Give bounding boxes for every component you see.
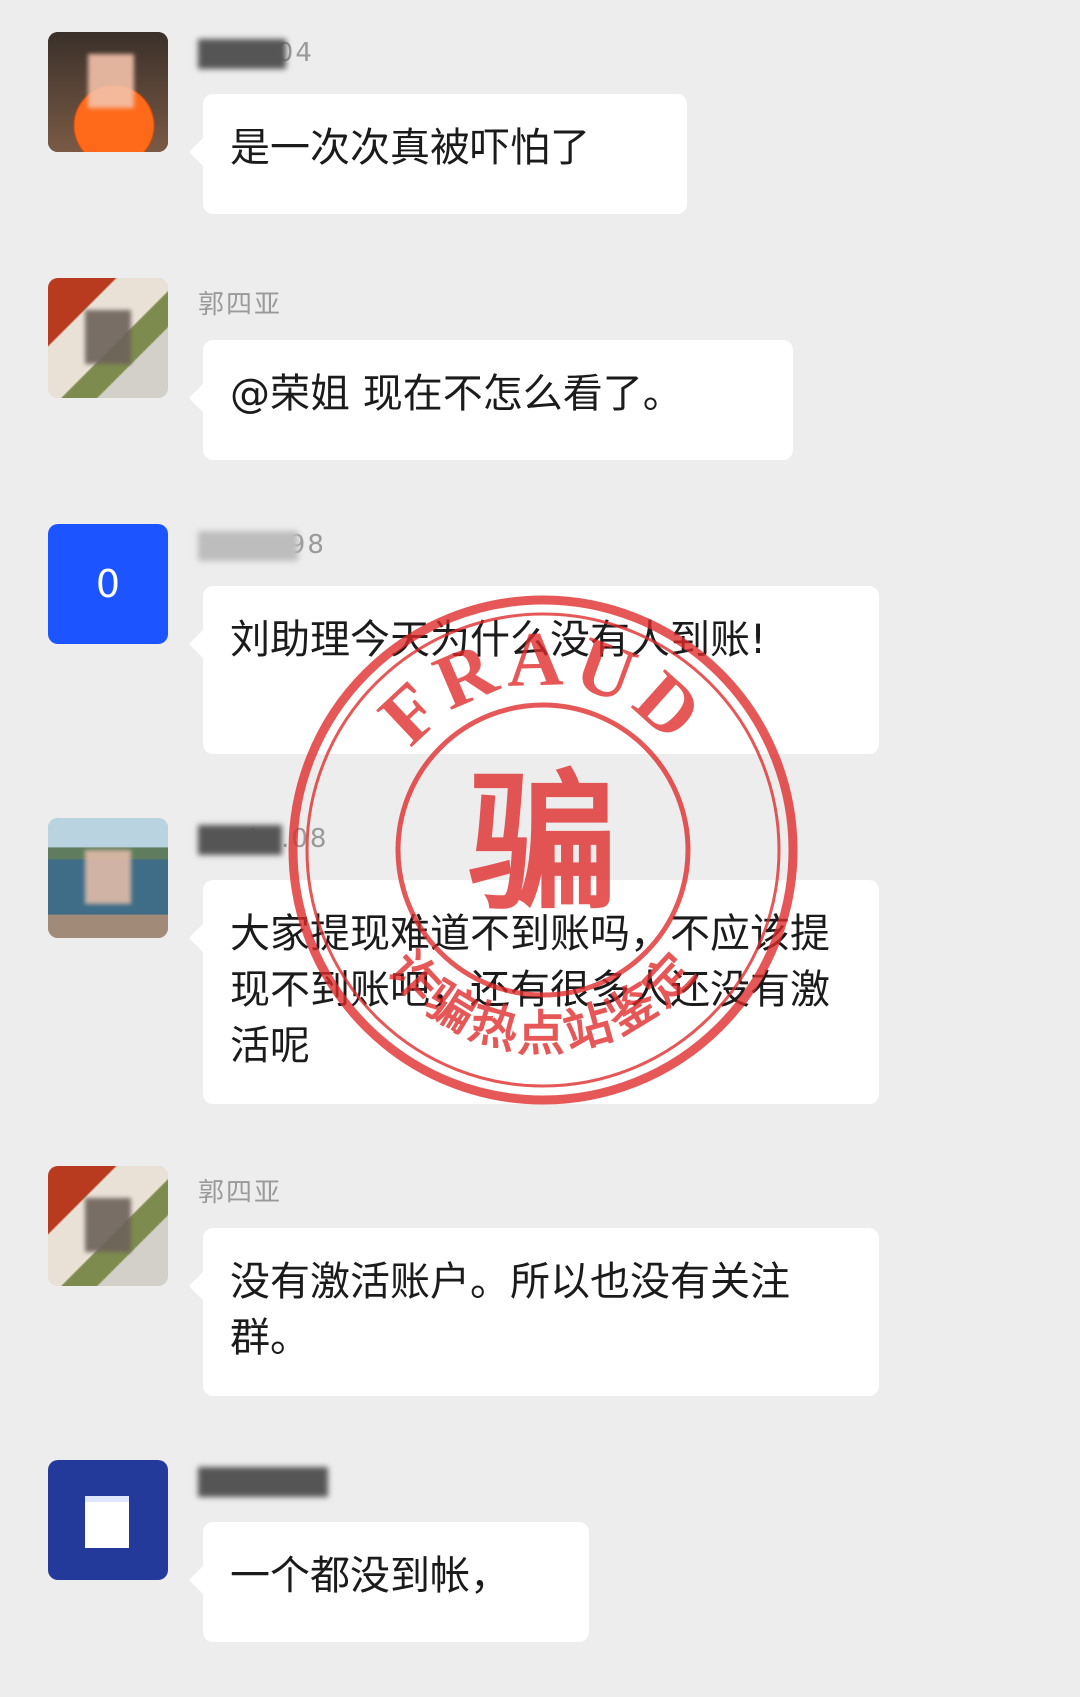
avatar[interactable] [48,818,168,938]
message-bubble[interactable]: @荣姐 现在不怎么看了。 [189,340,793,460]
avatar[interactable] [48,32,168,152]
message-bubble[interactable]: 刘助理今天为什么没有人到账! [189,586,879,754]
sender-name: ...98 [198,530,326,561]
message-text: 刘助理今天为什么没有人到账! [230,617,767,663]
sender-name: 4...08 [198,824,328,855]
message-bubble[interactable]: 一个都没到帐， [189,1522,589,1642]
message-text: 大家提现难道不到账吗，不应该提现不到账吧，还有很多人还没有激活呢 [230,911,830,1069]
letter-avatar: 0 [95,562,121,606]
message-bubble[interactable]: 大家提现难道不到账吗，不应该提现不到账吧，还有很多人还没有激活呢 [189,880,879,1104]
calendar-avatar [85,1496,129,1548]
message-text: 一个都没到帐， [230,1553,510,1599]
sender-name: 郭四亚 [198,1178,283,1208]
sender-name: ...04 [198,38,314,69]
avatar[interactable] [48,1166,168,1286]
avatar[interactable]: 0 [48,524,168,644]
sender-name: 郭四亚 [198,290,283,320]
sender-name: ... [198,1466,328,1497]
avatar[interactable] [48,278,168,398]
message-text: 没有激活账户。所以也没有关注群。 [230,1259,790,1361]
message-text: 是一次次真被吓怕了 [230,125,590,171]
message-text: @荣姐 现在不怎么看了。 [230,371,683,417]
message-bubble[interactable]: 是一次次真被吓怕了 [189,94,687,214]
avatar[interactable] [48,1460,168,1580]
message-bubble[interactable]: 没有激活账户。所以也没有关注群。 [189,1228,879,1396]
